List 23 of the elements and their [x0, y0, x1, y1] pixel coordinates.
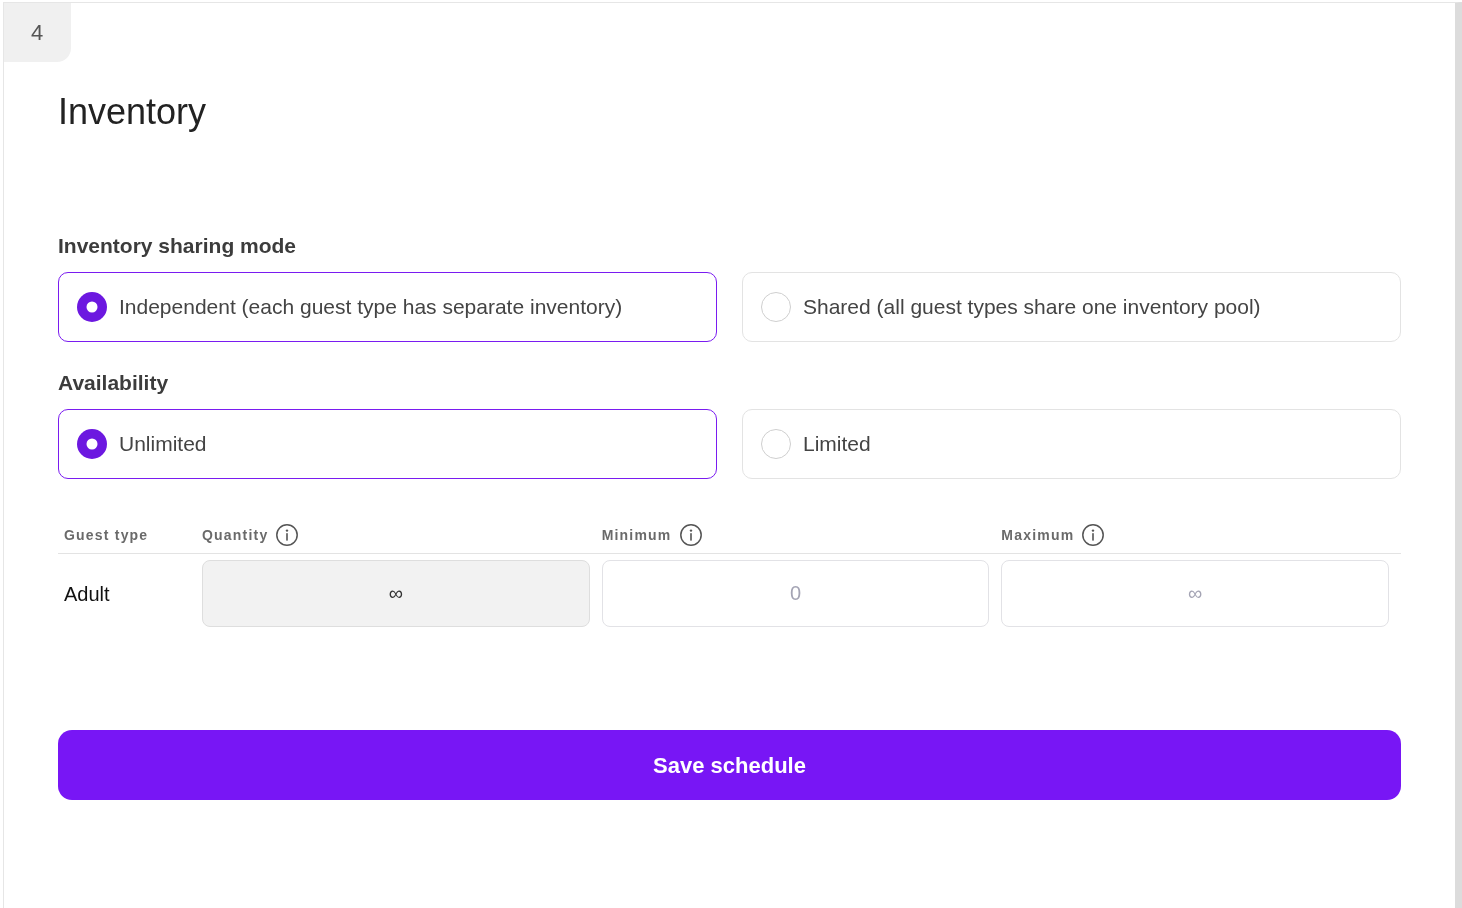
input-field[interactable]: 0	[601, 560, 990, 627]
step-number: 4	[4, 3, 71, 62]
info-icon[interactable]	[679, 524, 702, 546]
info-icon[interactable]	[1082, 524, 1105, 546]
radio-option[interactable]: Shared (all guest types share one inventory pool)	[742, 272, 1401, 342]
column-header: Quantity	[202, 525, 269, 545]
section-label: Inventory sharing mode	[58, 233, 298, 259]
radio-icon[interactable]	[761, 292, 791, 322]
radio-option[interactable]: Limited	[742, 409, 1401, 479]
guest-type-label: Adult	[64, 581, 110, 607]
radio-icon[interactable]	[77, 292, 107, 322]
page-title: Inventory	[58, 91, 208, 133]
radio-option[interactable]: Independent (each guest type has separate inventory)	[58, 272, 717, 342]
save-button[interactable]: Save schedule	[58, 730, 1401, 800]
column-header: Maximum	[1001, 525, 1075, 545]
section-label: Availability	[58, 370, 170, 396]
input-field[interactable]: ∞	[1001, 560, 1389, 627]
radio-icon[interactable]	[761, 429, 791, 459]
radio-option[interactable]: Unlimited	[58, 409, 717, 479]
info-icon[interactable]	[276, 524, 299, 546]
column-header: Minimum	[601, 525, 672, 545]
radio-icon[interactable]	[77, 429, 107, 459]
column-header: Guest type	[64, 525, 149, 545]
